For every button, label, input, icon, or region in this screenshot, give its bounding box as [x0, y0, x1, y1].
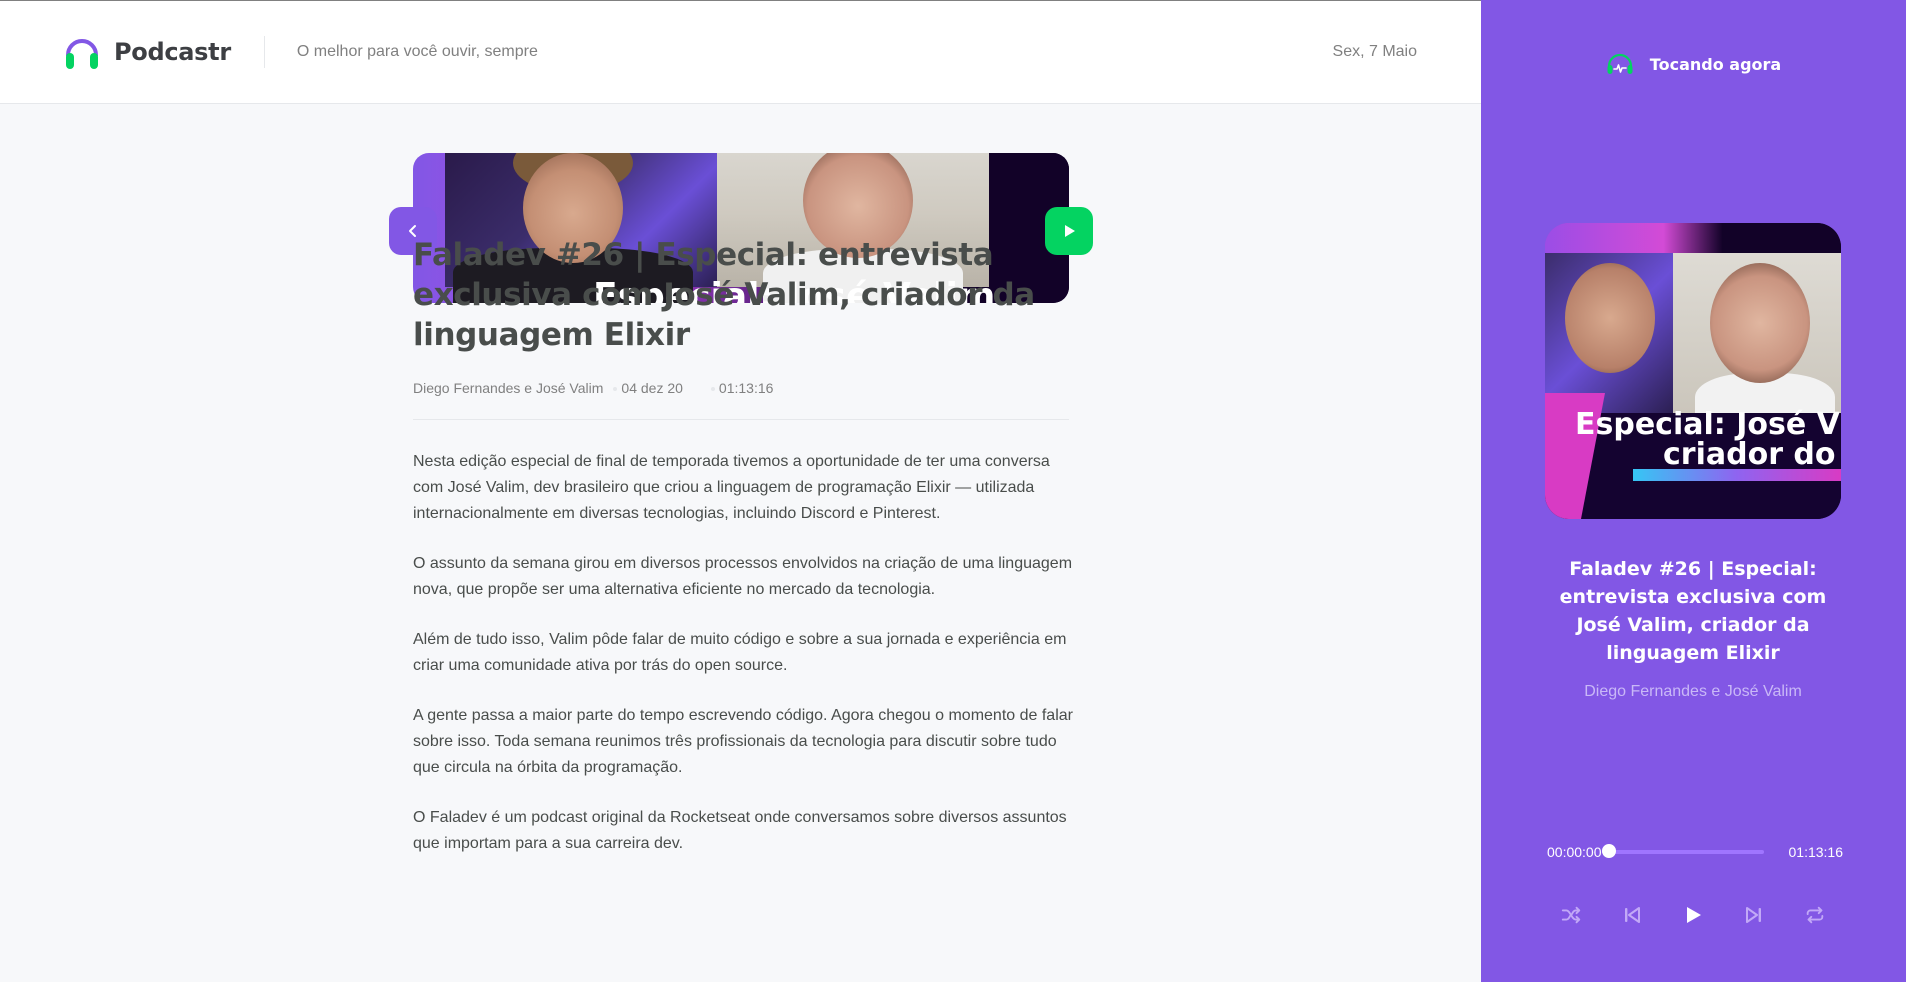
play-next-icon [1746, 907, 1761, 923]
total-time: 01:13:16 [1788, 844, 1844, 860]
episode-date: 04 dez 20 [613, 380, 683, 419]
current-time: 00:00:00 [1547, 844, 1602, 860]
episode-duration: 01:13:16 [711, 380, 774, 419]
next-button[interactable] [1736, 897, 1772, 933]
header: Podcastr O melhor para você ouvir, sempr… [0, 0, 1481, 104]
shuffle-icon [1561, 906, 1581, 924]
episode-description: Nesta edição especial de final de tempor… [413, 449, 1077, 881]
description-paragraph: Além de tudo isso, Valim pôde falar de m… [413, 631, 1067, 674]
player-episode-members: Diego Fernandes e José Valim [1584, 683, 1802, 700]
player-controls [1545, 897, 1841, 933]
progress-slider[interactable] [1601, 844, 1764, 858]
description-paragraph: Nesta edição especial de final de tempor… [413, 453, 1050, 522]
player-panel: Tocando agora Especial: José V criador d… [1481, 0, 1906, 982]
header-divider [263, 36, 265, 68]
logo[interactable]: Podcastr [64, 33, 231, 71]
episode-title: Faladev #26 | Especial: entrevista exclu… [413, 237, 1035, 353]
playing-headphones-icon [1607, 53, 1633, 74]
now-playing-label: Tocando agora [1649, 54, 1782, 74]
player-cover: Especial: José V criador do [1545, 223, 1841, 519]
repeat-icon [1806, 906, 1824, 924]
description-paragraph: A gente passa a maior parte do tempo esc… [413, 707, 1073, 776]
play-previous-icon [1625, 907, 1640, 923]
tagline: O melhor para você ouvir, sempre [296, 43, 538, 60]
episode-meta: Diego Fernandes e José Valim 04 dez 20 0… [413, 380, 1069, 420]
previous-button[interactable] [1614, 897, 1650, 933]
player-episode-title: Faladev #26 | Especial: entrevista exclu… [1559, 558, 1827, 664]
play-button[interactable] [1675, 897, 1711, 933]
repeat-button[interactable] [1797, 897, 1833, 933]
cover-caption-line2: criador do [1663, 437, 1836, 472]
description-paragraph: O Faladev é um podcast original da Rocke… [413, 809, 1067, 852]
description-paragraph: O assunto da semana girou em diversos pr… [413, 555, 1073, 598]
app-name: Podcastr [114, 38, 231, 66]
current-date: Sex, 7 Maio [1332, 43, 1417, 60]
progress-bar: 00:00:00 01:13:16 [1547, 844, 1843, 860]
slider-handle[interactable] [1601, 844, 1616, 858]
play-icon [1687, 907, 1701, 923]
episode-members: Diego Fernandes e José Valim [413, 380, 604, 396]
headphones-icon [66, 39, 98, 69]
player-header: Tocando agora [1481, 52, 1906, 76]
shuffle-button[interactable] [1553, 897, 1589, 933]
